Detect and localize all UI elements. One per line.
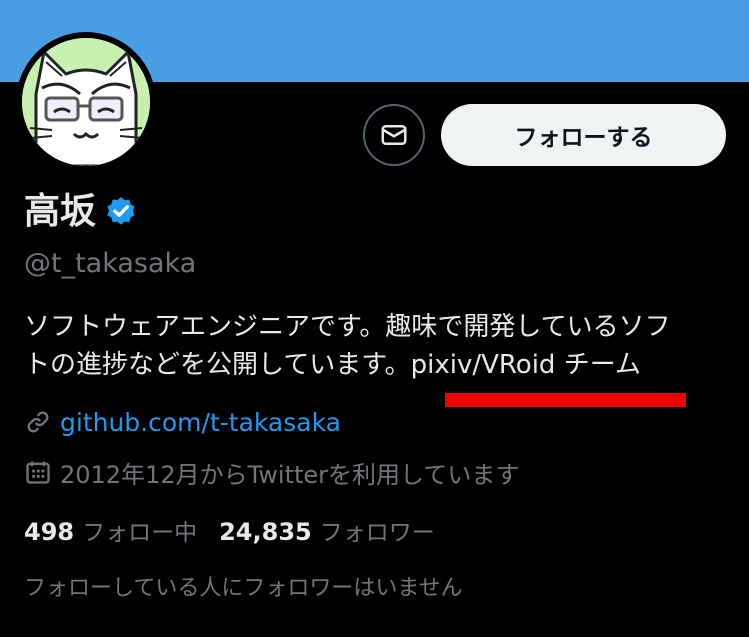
joined-date: 2012年12月からTwitterを利用しています	[60, 460, 520, 489]
joined-date-row: 2012年12月からTwitterを利用しています	[24, 454, 519, 490]
envelope-icon	[381, 125, 407, 145]
cat-avatar-icon	[22, 38, 150, 166]
verified-badge-icon[interactable]	[104, 195, 138, 229]
following-count: 498	[24, 518, 75, 546]
username-handle: @t_takasaka	[24, 248, 197, 279]
profile-link[interactable]: github.com/t-takasaka	[60, 408, 341, 437]
bio-line: ソフトウェアエンジニアです。趣味で開発しているソフ	[24, 312, 671, 342]
display-name-row: 高坂	[24, 188, 138, 236]
annotation-underline	[445, 393, 686, 407]
followers-count: 24,835	[219, 518, 312, 546]
avatar-image	[22, 38, 150, 166]
follow-button[interactable]: フォローする	[441, 104, 726, 166]
profile-link-row[interactable]: github.com/t-takasaka	[24, 404, 341, 440]
link-icon	[27, 411, 49, 433]
following-stat[interactable]: 498 フォロー中	[24, 513, 197, 547]
followers-stat[interactable]: 24,835 フォロワー	[219, 513, 435, 547]
display-name: 高坂	[24, 191, 97, 232]
profile-bio: ソフトウェアエンジニアです。趣味で開発しているソフ トの進捗などを公開しています…	[24, 308, 734, 384]
calendar-icon	[26, 461, 50, 484]
following-label: フォロー中	[82, 520, 198, 546]
avatar[interactable]	[16, 32, 156, 172]
follow-stats: 498 フォロー中 24,835 フォロワー	[24, 512, 457, 548]
followers-label: フォロワー	[319, 520, 435, 546]
bio-line: トの進捗などを公開しています。pixiv/VRoid チーム	[24, 350, 641, 380]
message-button[interactable]	[363, 104, 425, 166]
followers-you-know: フォローしている人にフォロワーはいません	[24, 576, 463, 601]
